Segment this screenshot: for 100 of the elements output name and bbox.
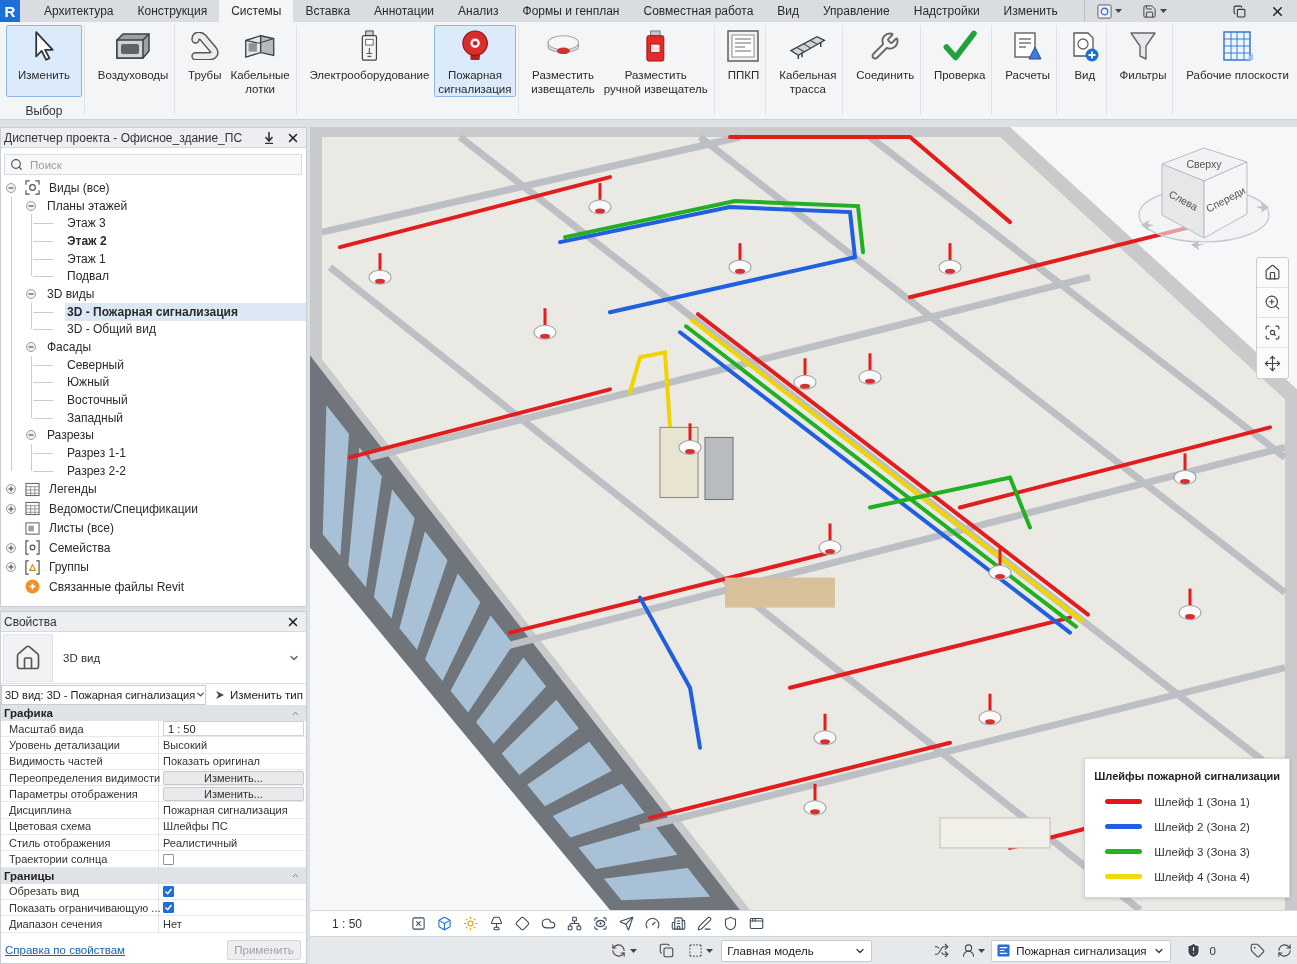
- window-icon[interactable]: [749, 916, 765, 931]
- send-icon[interactable]: [619, 916, 635, 931]
- cube-face-label[interactable]: Сверху: [1186, 158, 1222, 170]
- minus-circle-icon[interactable]: [26, 430, 36, 441]
- shuffle-icon[interactable]: [934, 943, 950, 958]
- tree-item[interactable]: Семейства: [47, 538, 306, 558]
- ribbon-tab[interactable]: Аннотации: [362, 0, 447, 22]
- caret-icon[interactable]: [978, 948, 986, 953]
- pen-icon[interactable]: [697, 916, 713, 931]
- ribbon-button[interactable]: Разместить ручной извещатель: [599, 25, 712, 97]
- ribbon-button[interactable]: Проверка: [929, 25, 990, 97]
- ribbon-button[interactable]: Изменить: [6, 25, 82, 97]
- gauge-icon[interactable]: [645, 916, 661, 931]
- tree-item[interactable]: Этаж 3: [65, 214, 306, 233]
- ribbon-tab[interactable]: Конструкция: [125, 0, 220, 22]
- caret-icon[interactable]: [630, 948, 638, 953]
- view-cube[interactable]: [1138, 147, 1270, 250]
- ribbon-button[interactable]: Вид: [1065, 25, 1104, 97]
- tree-item[interactable]: Западный: [65, 408, 306, 427]
- help-link[interactable]: Справка по свойствам: [5, 944, 125, 956]
- plus-circle-icon[interactable]: [6, 484, 16, 495]
- caret-icon[interactable]: [1115, 9, 1122, 13]
- cube-icon[interactable]: [437, 916, 453, 931]
- building-icon[interactable]: [671, 916, 687, 931]
- minus-circle-icon[interactable]: [6, 182, 16, 193]
- tree-item[interactable]: Фасады: [45, 338, 306, 356]
- shield-icon[interactable]: [723, 916, 739, 931]
- minus-circle-icon[interactable]: [26, 200, 36, 211]
- restore-icon[interactable]: [1233, 4, 1246, 18]
- tree-item[interactable]: Листы (все): [47, 518, 306, 539]
- tree-item[interactable]: 3D - Общий вид: [65, 320, 306, 339]
- scan-eye-icon[interactable]: [593, 916, 609, 931]
- cloud-icon[interactable]: [541, 916, 557, 931]
- tree-item[interactable]: 3D виды: [45, 285, 306, 303]
- ribbon-tab[interactable]: Совместная работа: [631, 0, 766, 22]
- ribbon-button[interactable]: Кабельная трасса: [775, 25, 841, 97]
- tree-item[interactable]: Виды (все): [47, 179, 306, 197]
- pin-icon[interactable]: [264, 131, 274, 144]
- checkbox[interactable]: [163, 885, 174, 897]
- ribbon-tab[interactable]: Надстройки: [901, 0, 992, 22]
- tree-item[interactable]: Восточный: [65, 391, 306, 409]
- ribbon-tab[interactable]: Управление: [811, 0, 902, 22]
- tree-item[interactable]: Разрез 2-2: [65, 462, 306, 480]
- ribbon-button[interactable]: Кабельные лотки: [226, 25, 294, 97]
- tree-item[interactable]: Разрез 1-1: [65, 444, 306, 462]
- ring-icon[interactable]: [1097, 3, 1112, 19]
- tree-item[interactable]: Южный: [65, 373, 306, 392]
- plus-circle-icon[interactable]: [6, 503, 16, 514]
- shield-icon[interactable]: [1184, 942, 1202, 959]
- square-x-icon[interactable]: [411, 916, 427, 931]
- ribbon-tab[interactable]: Вид: [765, 0, 812, 22]
- tree-item[interactable]: 3D - Пожарная сигнализация: [65, 302, 306, 321]
- value-field[interactable]: 1 : 50: [163, 721, 304, 737]
- save-icon[interactable]: [1142, 3, 1157, 19]
- ribbon-button[interactable]: ППКП: [723, 25, 764, 97]
- lamp-icon[interactable]: [489, 916, 505, 931]
- plus-circle-icon[interactable]: [6, 562, 16, 573]
- ribbon-tab[interactable]: Системы: [219, 0, 294, 22]
- tree-item[interactable]: Связанные файлы Revit: [47, 577, 306, 597]
- caret-icon[interactable]: [706, 948, 714, 953]
- caret-icon[interactable]: [1160, 9, 1167, 13]
- app-logo[interactable]: R: [0, 0, 20, 22]
- ribbon-tab[interactable]: Формы и генплан: [510, 0, 632, 22]
- ribbon-button[interactable]: Расчеты: [1001, 25, 1055, 97]
- minus-circle-icon[interactable]: [26, 342, 36, 353]
- scale-label[interactable]: 1 : 50: [332, 916, 363, 931]
- ribbon-tab[interactable]: Изменить: [991, 0, 1070, 22]
- group-header[interactable]: Графика: [1, 705, 306, 721]
- tree-item[interactable]: Северный: [65, 355, 306, 374]
- edit-button[interactable]: Изменить...: [163, 770, 304, 785]
- tree-item[interactable]: Планы этажей: [45, 196, 306, 215]
- network-icon[interactable]: [567, 916, 583, 931]
- tree-item[interactable]: Группы: [47, 557, 306, 578]
- ribbon-tab[interactable]: Вставка: [293, 0, 363, 22]
- tag-icon[interactable]: [1250, 943, 1265, 958]
- checkbox[interactable]: [163, 902, 174, 914]
- instance-dropdown[interactable]: 3D вид: 3D - Пожарная сигнализация: [1, 684, 206, 705]
- copy-icon[interactable]: [659, 943, 675, 958]
- ribbon-tab[interactable]: Анализ: [446, 0, 511, 22]
- ribbon-tab[interactable]: Архитектура: [32, 0, 126, 22]
- user-icon[interactable]: [961, 943, 977, 958]
- tree-item[interactable]: Этаж 1: [65, 249, 306, 268]
- tree-item[interactable]: Ведомости/Спецификации: [47, 499, 306, 519]
- tree-item[interactable]: Легенды: [47, 479, 306, 500]
- plus-circle-icon[interactable]: [6, 542, 16, 553]
- ribbon-button[interactable]: Электрооборудование: [305, 25, 434, 97]
- ribbon-button[interactable]: Пожарная сигнализация: [434, 25, 516, 97]
- tree-item[interactable]: Разрезы: [45, 426, 306, 445]
- ribbon-button[interactable]: Рабочие плоскости: [1182, 25, 1293, 97]
- tree-item[interactable]: Этаж 2: [65, 232, 306, 250]
- workset-dropdown[interactable]: Главная модель: [721, 939, 873, 962]
- refresh-icon[interactable]: [611, 943, 627, 958]
- tree-item[interactable]: Подвал: [65, 267, 306, 286]
- ribbon-button[interactable]: Фильтры: [1115, 25, 1171, 97]
- diamond-icon[interactable]: [515, 916, 531, 931]
- edit-button[interactable]: Изменить...: [163, 786, 304, 801]
- ribbon-button[interactable]: Соединить: [852, 25, 919, 97]
- type-selector[interactable]: 3D вид: [1, 632, 306, 684]
- checkbox[interactable]: [163, 853, 174, 865]
- refresh-icon[interactable]: [1277, 943, 1292, 958]
